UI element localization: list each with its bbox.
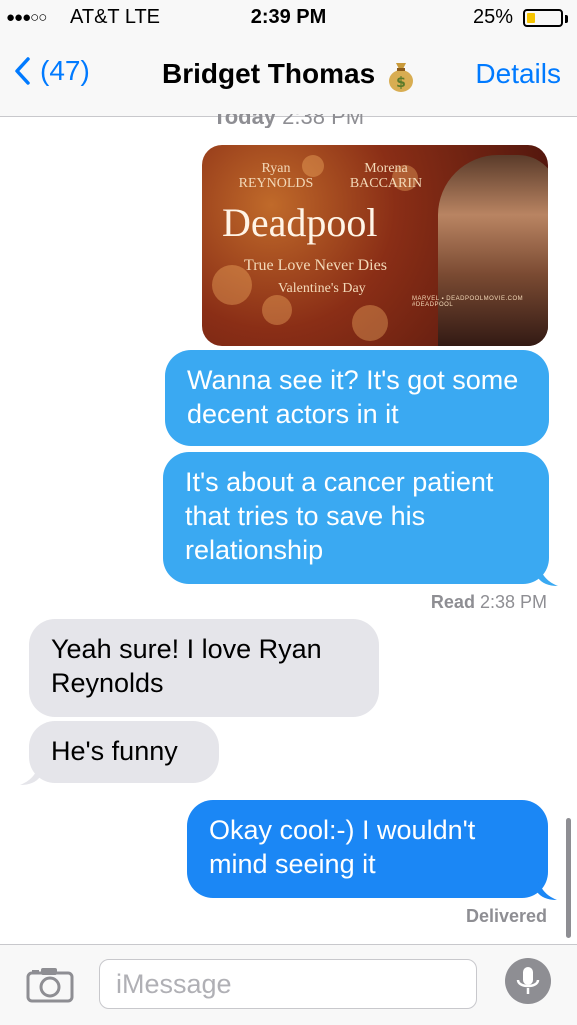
poster-actor-1-first: Ryan [261, 161, 291, 176]
sent-message-bubble[interactable]: Wanna see it? It's got some decent actor… [165, 350, 549, 446]
poster-cast: Ryan REYNOLDS Morena BACCARIN [226, 161, 436, 191]
timestamp-day: Today [212, 114, 277, 128]
sent-message-bubble[interactable]: Okay cool:-) I wouldn't mind seeing it [187, 800, 548, 898]
poster-actor-2: Morena BACCARIN [336, 161, 436, 191]
message-text: Yeah sure! I love Ryan Reynolds [51, 634, 322, 698]
details-button[interactable]: Details [475, 58, 561, 90]
message-input-bar [0, 944, 577, 1025]
timestamp-time: 2:38 PM [282, 114, 365, 128]
poster-title: Deadpool [222, 200, 378, 245]
poster-footer: MARVEL ▪ DEADPOOLMOVIE.COM #DEADPOOL [412, 296, 524, 308]
message-text: Okay cool:-) I wouldn't mind seeing it [209, 815, 476, 879]
read-receipt: Read 2:38 PM [431, 592, 547, 613]
bokeh-light [352, 305, 388, 341]
poster-tagline: True Love Never Dies [244, 257, 387, 274]
conversation-timestamp: Today 2:38 PM [0, 114, 577, 128]
bubble-tail [20, 763, 40, 785]
poster-actor-1-last: REYNOLDS [238, 176, 314, 191]
message-text: Wanna see it? It's got some decent actor… [187, 365, 519, 429]
delivered-receipt: Delivered [465, 906, 547, 926]
bokeh-light [262, 295, 292, 325]
battery-icon [523, 9, 563, 27]
message-text: He's funny [51, 736, 178, 766]
poster-release-date: Valentine's Day [278, 281, 366, 296]
battery-percent: 25% [472, 6, 513, 28]
poster-actor-1: Ryan REYNOLDS [226, 161, 326, 191]
contact-name: Bridget Thomas [162, 58, 376, 89]
sent-message-bubble[interactable]: It's about a cancer patient that tries t… [163, 452, 549, 584]
actor-silhouette [438, 155, 548, 346]
camera-icon[interactable] [25, 965, 75, 1003]
conversation-header: (47) Bridget Thomas $ Details [0, 38, 577, 117]
poster-actor-2-last: BACCARIN [349, 176, 423, 191]
received-message-bubble[interactable]: He's funny [29, 721, 219, 783]
received-message-bubble[interactable]: Yeah sure! I love Ryan Reynolds [29, 619, 379, 717]
microphone-icon [516, 967, 540, 994]
imessage-input[interactable] [99, 959, 477, 1009]
deadpool-poster-image[interactable]: Ryan REYNOLDS Morena BACCARIN Deadpool T… [202, 145, 548, 346]
bubble-tail [538, 564, 558, 586]
message-text: It's about a cancer patient that tries t… [185, 467, 494, 565]
bubble-tail [537, 878, 557, 900]
money-bag-icon: $ [388, 62, 413, 92]
poster-actor-2-first: Morena [364, 161, 408, 176]
battery-nub [565, 15, 568, 23]
battery-level-fill [527, 13, 535, 23]
svg-text:$: $ [396, 75, 406, 91]
scroll-indicator[interactable] [566, 818, 571, 938]
read-label: Read [430, 592, 475, 612]
microphone-button[interactable] [505, 958, 551, 1004]
read-time: 2:38 PM [479, 592, 547, 612]
status-bar: ●●●○○ AT&T LTE 2:39 PM 25% [0, 0, 577, 38]
